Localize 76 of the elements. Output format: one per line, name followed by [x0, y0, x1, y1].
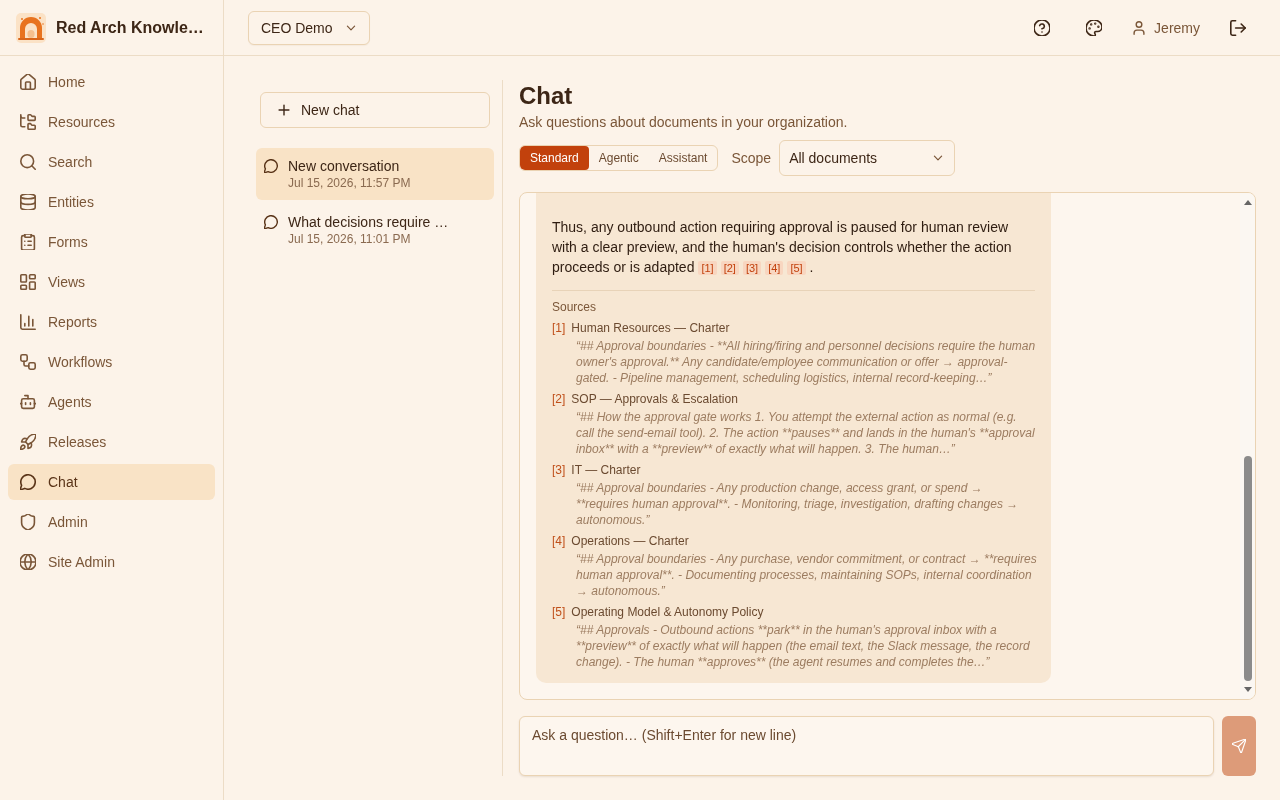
sidebar-item[interactable]: Site Admin — [8, 544, 215, 580]
source-ref[interactable]: [5] — [552, 603, 566, 621]
database-icon — [20, 194, 36, 210]
question-input[interactable]: Ask a question… (Shift+Enter for new line) — [519, 716, 1214, 776]
source-ref[interactable]: [2] — [552, 390, 566, 408]
source-ref[interactable]: [3] — [552, 461, 566, 479]
folder-tree-icon — [20, 114, 36, 130]
sidebar-item[interactable]: Reports — [8, 304, 215, 340]
sidebar-item[interactable]: Views — [8, 264, 215, 300]
source-title[interactable]: Human Resources — Charter — [571, 319, 730, 337]
user-icon — [1132, 20, 1147, 35]
sidebar-item[interactable]: Agents — [8, 384, 215, 420]
conversation-item[interactable]: New conversation Jul 15, 2026, 11:57 PM — [256, 148, 494, 200]
rocket-icon — [20, 434, 36, 450]
scope-label: Scope — [731, 150, 772, 166]
page-subtitle: Ask questions about documents in your organization. — [519, 113, 849, 132]
mode-tab[interactable]: Standard — [520, 146, 589, 170]
conversation-time: Jul 15, 2026, 11:57 PM — [288, 175, 412, 191]
logout-icon — [1230, 19, 1246, 36]
arch-logo-icon — [16, 12, 46, 43]
sidebar-item[interactable]: Resources — [8, 104, 215, 140]
conversation-title: New conversation — [288, 157, 401, 175]
plus-icon — [277, 103, 291, 117]
source-excerpt: “## Approvals - Outbound actions **park** in the human's approval inbox with a **preview** of exactly what will happen (the email text, the Slack message, the record change). - The human **approves** (the agent resumes and completes the…” — [575, 622, 1031, 670]
send-icon — [1232, 739, 1246, 753]
source-title[interactable]: Operating Model & Autonomy Policy — [571, 603, 764, 621]
source-excerpt: “## How the approval gate works 1. You attempt the external action as normal (e.g. call the send-email tool). 2. The action **pauses** and lands in the human's **approval inbox** with a **preview** of exactly what will happen. 3. The human…” — [575, 409, 1036, 457]
page-title: Chat — [519, 81, 574, 111]
clipboard-list-icon — [20, 234, 36, 250]
source-excerpt: “## Approval boundaries - **All hiring/firing and personnel decisions require the human owner's approval.** Any candidate/employee communication or offer → approval-gated. - Pipeline management, scheduling logistics, internal record-keeping…” — [575, 338, 1037, 386]
sidebar-item[interactable]: Forms — [8, 224, 215, 260]
citation-link[interactable]: [5] — [787, 261, 806, 275]
scrollbar[interactable] — [1240, 193, 1255, 699]
source-ref[interactable]: [4] — [552, 532, 566, 550]
sidebar-item[interactable]: Releases — [8, 424, 215, 460]
search-icon — [20, 154, 36, 170]
conversation-time: Jul 15, 2026, 11:01 PM — [288, 231, 412, 247]
source-excerpt: “## Approval boundaries - Any purchase, vendor commitment, or contract → **requires human approval**. - Documenting processes, maintaining SOPs, internal coordination → autonomous.” — [575, 551, 1038, 599]
source-title[interactable]: Operations — Charter — [571, 532, 689, 550]
sidebar-item[interactable]: Admin — [8, 504, 215, 540]
user-menu-button[interactable]: Jeremy — [1124, 11, 1208, 44]
conversation-title: What decisions require … — [288, 213, 450, 231]
source-ref[interactable]: [1] — [552, 319, 566, 337]
sources-heading: Sources — [552, 299, 598, 315]
citation-link[interactable]: [1] — [698, 261, 717, 275]
shield-icon — [20, 514, 36, 530]
source-excerpt: “## Approval boundaries - Any production change, access grant, or spend → **requires human approval**. - Monitoring, triage, investigation, drafting changes → autonomous.” — [575, 480, 1020, 528]
conversation-item[interactable]: What decisions require … Jul 15, 2026, 11:01 PM — [256, 204, 494, 256]
source-title[interactable]: SOP — Approvals & Escalation — [571, 390, 738, 408]
home-icon — [20, 74, 36, 90]
app-title: Red Arch Knowle… — [56, 18, 204, 37]
scope-select[interactable]: All documents — [779, 140, 956, 176]
chat-bubble-icon — [264, 159, 278, 173]
mode-tab[interactable]: Agentic — [588, 146, 649, 170]
palette-icon — [1086, 19, 1103, 36]
workflow-icon — [20, 354, 36, 370]
robot-icon — [20, 394, 36, 410]
sidebar-item[interactable]: Entities — [8, 184, 215, 220]
globe-icon — [20, 554, 36, 570]
new-chat-button[interactable]: New chat — [260, 92, 490, 128]
sidebar-item[interactable]: Workflows — [8, 344, 215, 380]
sidebar-item[interactable]: Home — [8, 64, 215, 100]
citation-link[interactable]: [4] — [765, 261, 784, 275]
sidebar-item[interactable]: Chat — [8, 464, 215, 500]
dashboard-grid-icon — [20, 274, 36, 290]
source-title[interactable]: IT — Charter — [571, 461, 641, 479]
workspace-select[interactable]: CEO Demo — [248, 10, 370, 45]
answer-text: Thus, any outbound action requiring approval is paused for human review with a clear preview, and the human's decision controls whether the action proceeds or is adapted [1] [2] [3] [4] [5] . — [552, 218, 1013, 277]
citation-link[interactable]: [2] — [720, 261, 739, 275]
sidebar-item[interactable]: Search — [8, 144, 215, 180]
chat-bubble-icon — [264, 215, 278, 229]
help-icon — [1034, 19, 1051, 36]
chat-bubble-icon — [20, 474, 36, 490]
citation-link[interactable]: [3] — [742, 261, 762, 275]
mode-tab[interactable]: Assistant — [648, 146, 718, 170]
bar-chart-icon — [20, 314, 36, 330]
